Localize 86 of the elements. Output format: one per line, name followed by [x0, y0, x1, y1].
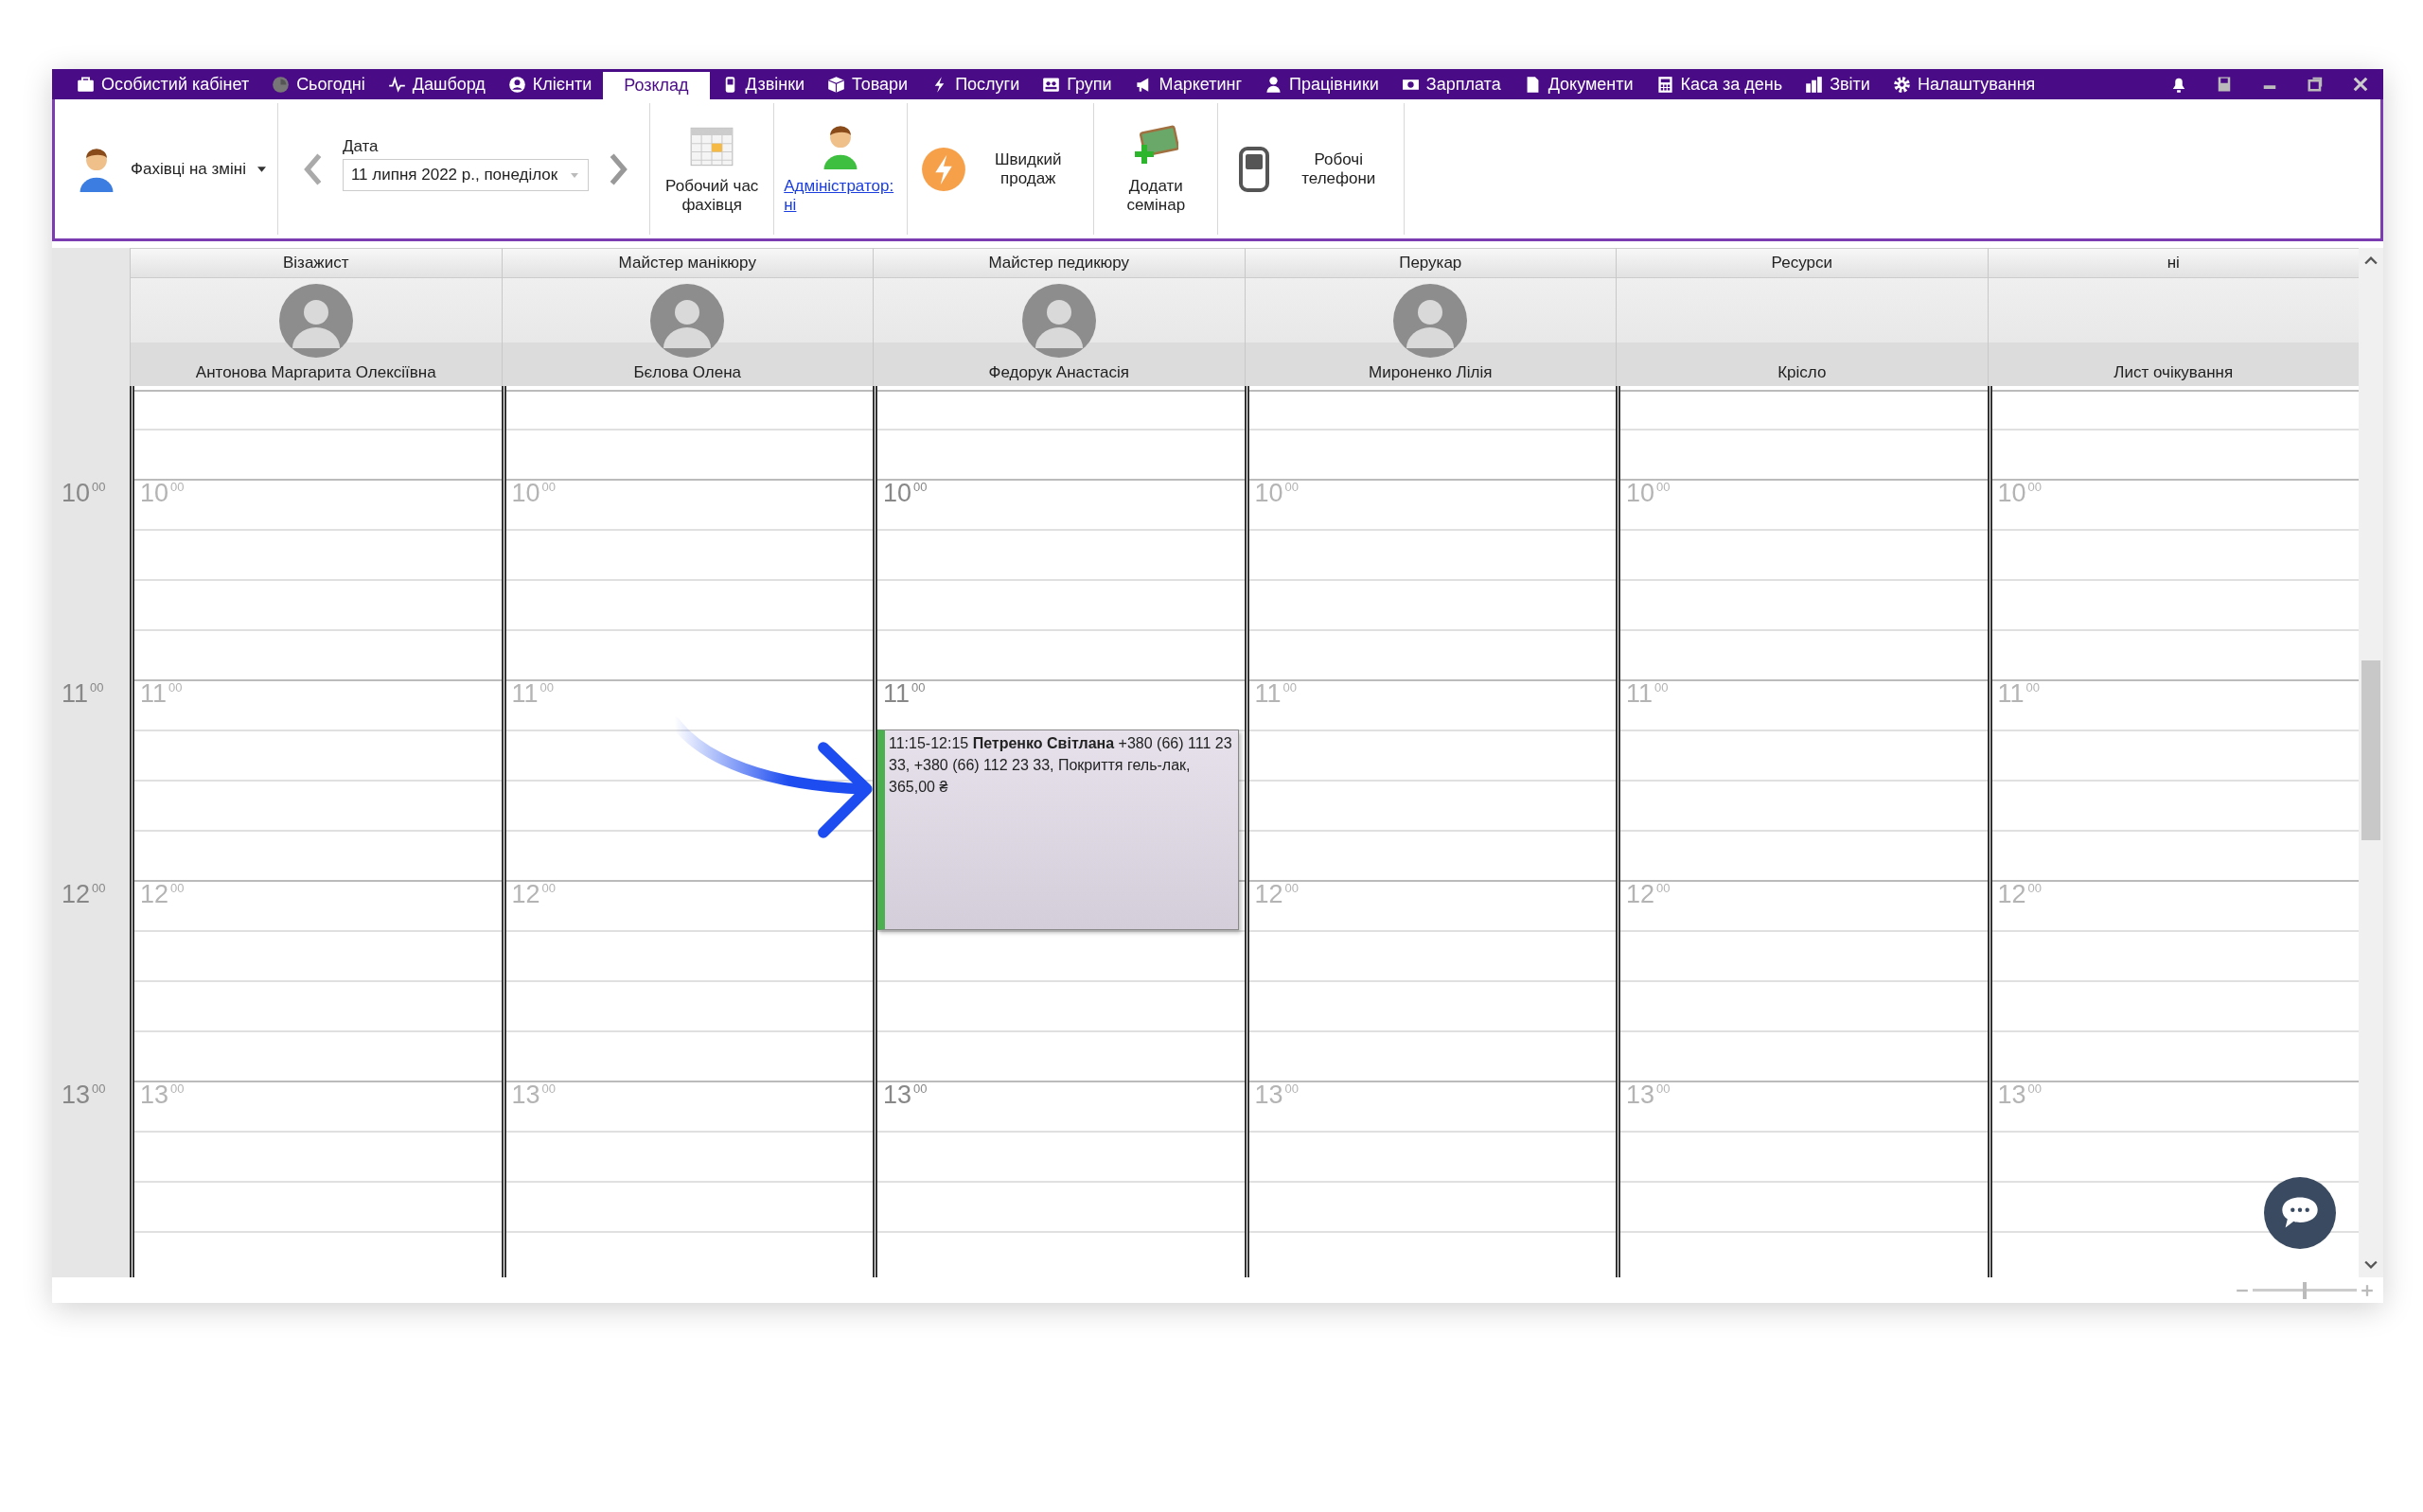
caret-icon [256, 166, 266, 172]
specialist-name: Мироненко Лілія [1369, 363, 1493, 382]
menu-tab[interactable]: Особистий кабінет [65, 69, 261, 99]
vertical-scrollbar[interactable] [2359, 386, 2383, 1277]
hour-mark: 11$^{00}$ [140, 681, 183, 707]
scroll-down-icon[interactable] [2364, 1260, 2378, 1270]
hour-mark: 13$^{00}$ [511, 1082, 556, 1108]
hour-mark: 12$^{00}$ [1254, 882, 1299, 907]
menu-tab[interactable]: Каса за день [1644, 69, 1795, 99]
hour-mark: 11$^{00}$ [1254, 681, 1297, 707]
group-icon [1042, 75, 1061, 94]
hour-mark: 11$^{00}$ [883, 681, 926, 707]
specialist-name: Лист очікування [2113, 363, 2234, 382]
zoom-slider-thumb[interactable] [2303, 1281, 2307, 1299]
column-role-header: ні [1988, 248, 2359, 278]
hour-mark: 13$^{00}$ [1254, 1082, 1299, 1108]
dropdown-caret-icon [571, 172, 579, 178]
toolbar-button[interactable]: Швидкий продаж [908, 99, 1094, 238]
calculator-icon [1655, 75, 1674, 94]
menu-tab[interactable]: Звіти [1794, 69, 1882, 99]
menu-tab[interactable]: Дзвінки [709, 69, 817, 99]
box-icon [827, 75, 846, 94]
hour-mark: 11$^{00}$ [1997, 681, 2040, 707]
scroll-up-icon[interactable] [2364, 255, 2378, 265]
toolbar-button[interactable]: Додати семінар [1094, 99, 1218, 238]
lightning-icon [921, 146, 967, 192]
menu-tab[interactable]: Працівники [1253, 69, 1390, 99]
briefcase-icon [77, 75, 95, 94]
specialist-name: Крісло [1777, 363, 1827, 382]
menu-tab[interactable]: Сьогодні [260, 69, 377, 99]
hour-label: 11$^{00}$ [62, 681, 104, 707]
column-role-header: Візажист [131, 248, 502, 278]
hour-mark: 13$^{00}$ [883, 1082, 928, 1108]
menu-tab[interactable]: Товари [816, 69, 920, 99]
bar-chart-icon [1805, 75, 1824, 94]
date-label: Дата [342, 137, 380, 156]
administrator-link[interactable]: Адміністратор: ні [784, 176, 898, 215]
menu-tab[interactable]: Налаштування [1881, 69, 2047, 99]
appointment-text: 11:15-12:15 Петренко Світлана +380 (66) 111 23 33, +380 (66) 112 23 33, Покриття гель-лак, 365,00 ₴ [888, 734, 1233, 798]
hour-mark: 13$^{00}$ [140, 1082, 185, 1108]
menu-tab[interactable]: Групи [1031, 69, 1123, 99]
hour-mark: 11$^{00}$ [1626, 681, 1669, 707]
hour-mark: 10$^{00}$ [140, 481, 185, 506]
hour-mark: 13$^{00}$ [1626, 1082, 1671, 1108]
hour-mark: 10$^{00}$ [883, 481, 928, 506]
column-role-header: Ресурси [1617, 248, 1988, 278]
hour-mark: 10$^{00}$ [1997, 481, 2042, 506]
menu-tab[interactable]: Послуги [919, 69, 1032, 99]
hour-mark: 10$^{00}$ [1254, 481, 1299, 506]
date-field[interactable]: 11 липня 2022 р., понеділок [342, 159, 590, 191]
menu-tab[interactable]: Дашборд [376, 69, 497, 99]
hour-label: 12$^{00}$ [62, 882, 106, 907]
hour-mark: 12$^{00}$ [1997, 882, 2042, 907]
hour-mark: 13$^{00}$ [1997, 1082, 2042, 1108]
column-role-header: Майстер манікюру [502, 248, 873, 278]
restore-icon[interactable] [2306, 75, 2325, 94]
hour-mark: 12$^{00}$ [511, 882, 556, 907]
settings-icon [1892, 75, 1911, 94]
menu-tab[interactable]: Розклад [603, 72, 710, 99]
clock-icon [272, 75, 291, 94]
specialist-name: Федорук Анастасія [988, 363, 1129, 382]
user-icon [507, 75, 526, 94]
hour-mark: 10$^{00}$ [511, 481, 556, 506]
hour-label: 13$^{00}$ [62, 1082, 106, 1108]
toolbar-button[interactable]: Робочий час фахівця [650, 99, 774, 238]
column-role-header: Майстер педикюру [874, 248, 1245, 278]
column-role-header: Перукар [1245, 248, 1616, 278]
specialists-dropdown[interactable]: Фахівці на зміні [55, 99, 277, 238]
close-icon[interactable] [2351, 75, 2370, 94]
next-day-icon[interactable] [608, 151, 629, 186]
hour-mark: 10$^{00}$ [1626, 481, 1671, 506]
menu-tab[interactable]: Зарплата [1389, 69, 1512, 99]
person-icon [1265, 75, 1283, 94]
pulse-icon [387, 75, 406, 94]
specialist-name: Бєлова Олена [633, 363, 742, 382]
menu-tab[interactable]: Маркетинг [1123, 69, 1254, 99]
scroll-thumb[interactable] [2361, 660, 2380, 840]
hour-mark: 11$^{00}$ [511, 681, 554, 707]
menu-tab[interactable]: Документи [1512, 69, 1645, 99]
hour-mark: 12$^{00}$ [140, 882, 185, 907]
hour-mark: 12$^{00}$ [1626, 882, 1671, 907]
menu-tab[interactable]: Клієнти [496, 69, 604, 99]
hour-label: 10$^{00}$ [62, 481, 106, 506]
specialist-name: Антонова Маргарита Олексіївна [195, 363, 436, 382]
toolbar-button[interactable]: Робочі телефони [1218, 99, 1405, 238]
appointment-card[interactable]: 11:15-12:15 Петренко Світлана +380 (66) 111 23 33, +380 (66) 112 23 33, Покриття гель-лак, 365,00 ₴ [877, 730, 1239, 930]
